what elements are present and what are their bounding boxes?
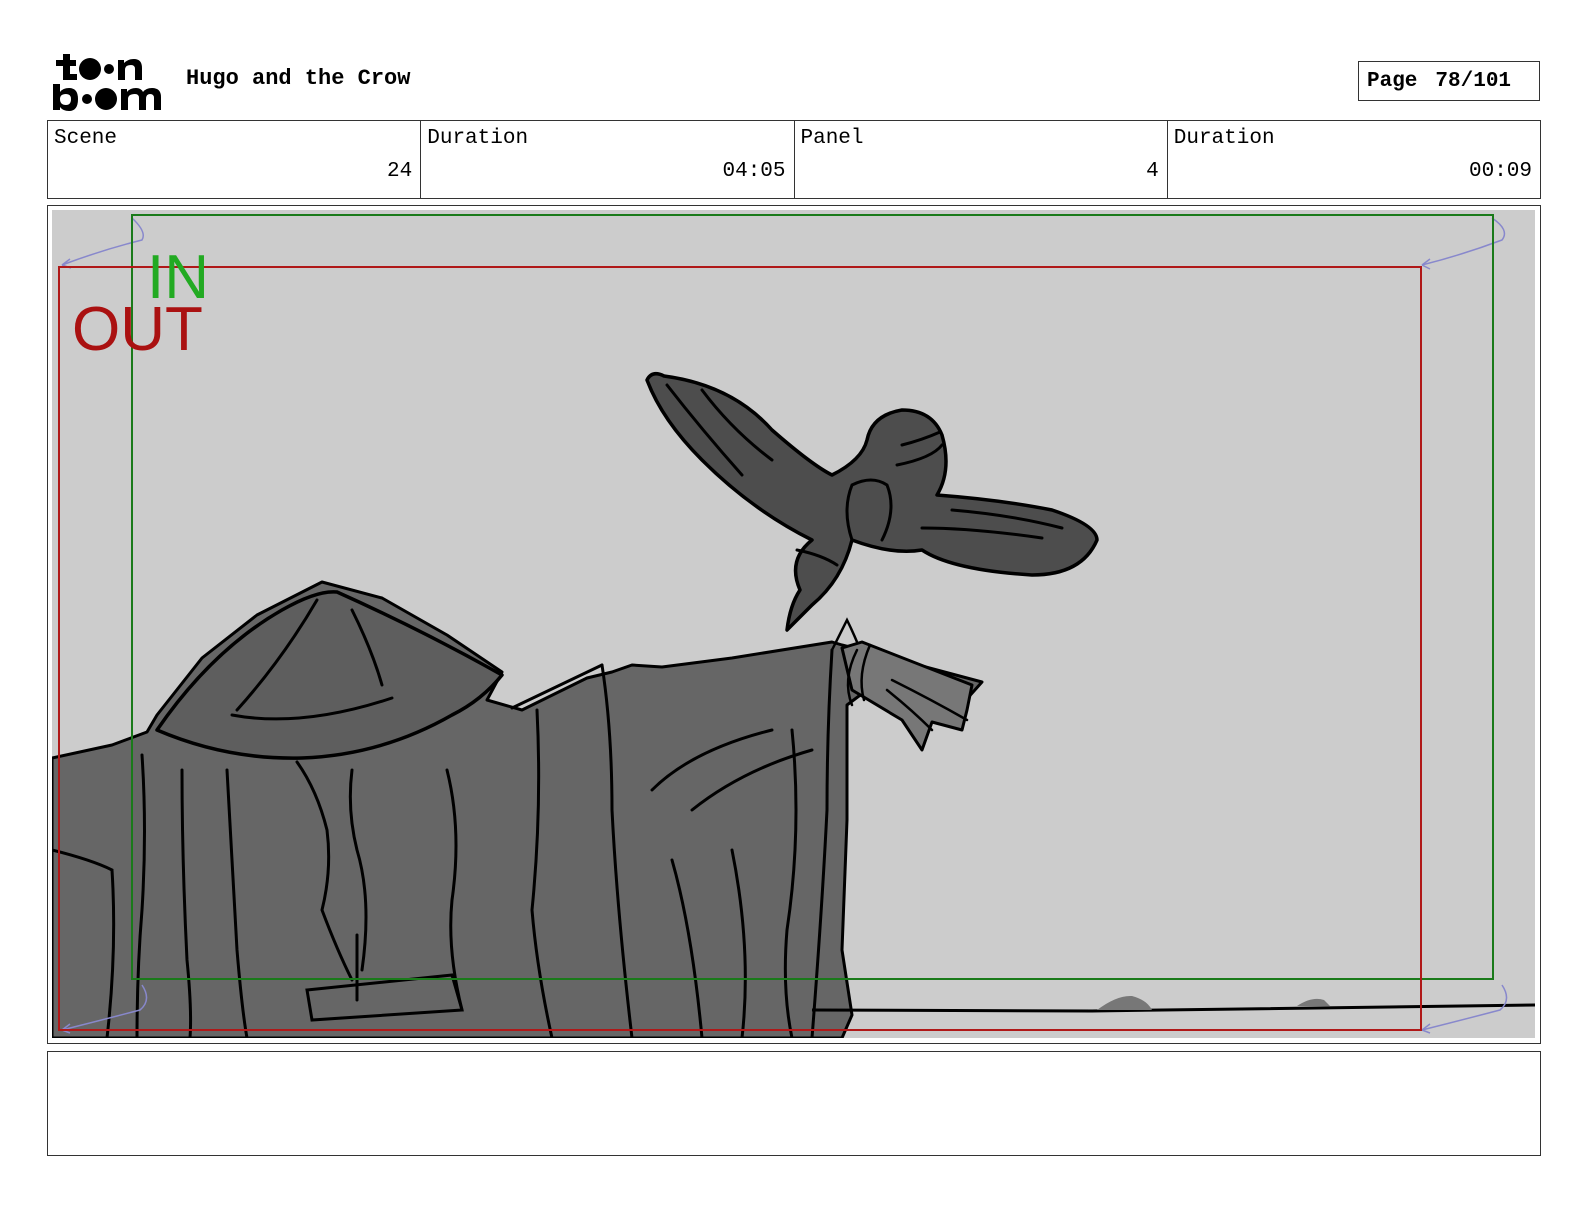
scene-duration-cell: Duration 04:05 (421, 121, 795, 198)
panel-cell: Panel 4 (795, 121, 1168, 198)
page-number: 78/101 (1435, 69, 1512, 93)
panel-notes (47, 1051, 1541, 1156)
scene-cell: Scene 24 (48, 121, 422, 198)
panel-drawing: IN OUT (52, 210, 1535, 1038)
scene-duration-value: 04:05 (722, 160, 786, 183)
panel-duration-cell: Duration 00:09 (1168, 121, 1540, 198)
scene-duration-label: Duration (427, 127, 529, 150)
scene-label: Scene (54, 127, 118, 150)
toonboom-logo: toon boom (50, 48, 168, 114)
page-label: Page (1367, 69, 1418, 93)
out-label: OUT (72, 295, 203, 364)
panel-label: Panel (800, 127, 864, 150)
scene-value: 24 (387, 160, 413, 183)
project-title: Hugo and the Crow (186, 66, 411, 91)
storyboard-panel: IN OUT (47, 205, 1541, 1044)
panel-duration-value: 00:09 (1468, 160, 1532, 183)
panel-value: 4 (1146, 160, 1159, 183)
panel-duration-label: Duration (1173, 127, 1275, 150)
page-indicator: Page 78/101 (1358, 61, 1540, 101)
panel-info-row: Scene 24 Duration 04:05 Panel 4 Duration… (47, 120, 1541, 199)
